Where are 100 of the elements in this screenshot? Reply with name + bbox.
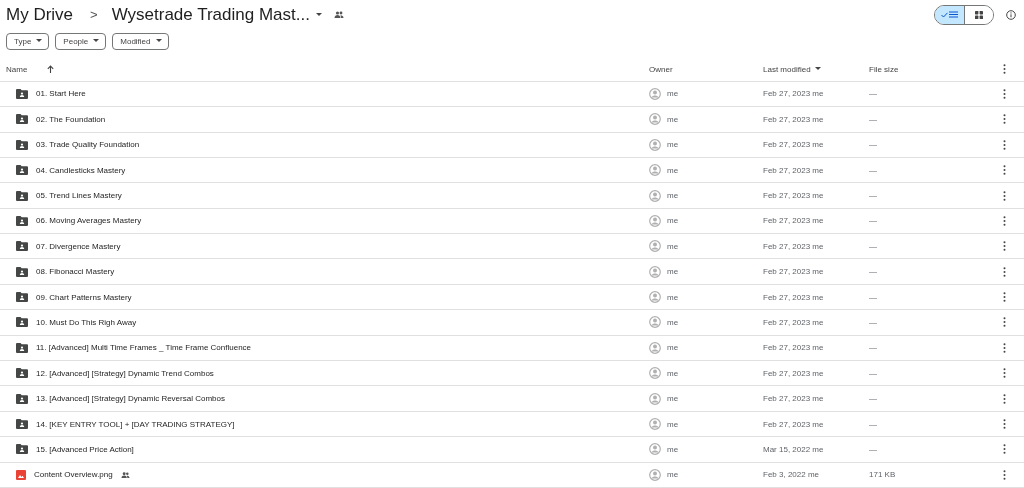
modified-date: Feb 27, 2023 me — [763, 317, 824, 327]
shared-folder-icon — [16, 342, 28, 353]
file-name: 06. Moving Averages Mastery — [36, 216, 142, 226]
filter-chip[interactable]: People — [55, 32, 107, 50]
filter-chip[interactable]: Type — [6, 32, 50, 50]
info-icon[interactable] — [1006, 9, 1016, 20]
modified-date: Feb 27, 2023 me — [763, 216, 824, 226]
more-icon — [1002, 266, 1006, 277]
modified-date: Feb 27, 2023 me — [763, 140, 824, 150]
column-header[interactable]: File size — [869, 64, 899, 74]
file-name: 02. The Foundation — [36, 114, 106, 124]
more-icon — [1002, 393, 1006, 404]
file-row[interactable]: 10. Must Do This Righ Away me Feb 27, 2023 me — — [0, 310, 1024, 336]
avatar-icon — [649, 265, 661, 278]
breadcrumb-separator: > — [90, 7, 98, 23]
view-button[interactable] — [964, 5, 993, 24]
file-row[interactable]: 09. Chart Patterns Mastery me Feb 27, 2023 me — — [0, 284, 1024, 311]
shared-folder-icon — [16, 317, 28, 328]
file-row[interactable]: 12. [Advanced] [Strategy] Dynamic Trend Combos me Feb 27, 2023 me — — [0, 361, 1024, 387]
avatar-icon — [649, 240, 661, 253]
view-button[interactable] — [935, 5, 964, 24]
file-row[interactable]: 01. Start Here me Feb 27, 2023 me — — [0, 81, 1024, 108]
file-size: — — [869, 191, 877, 200]
avatar-icon — [649, 443, 661, 456]
file-row[interactable]: 05. Trend Lines Mastery me Feb 27, 2023 me — — [0, 183, 1024, 209]
list-view-icon — [949, 11, 958, 19]
more-icon — [1002, 419, 1006, 429]
avatar-icon — [649, 316, 661, 329]
file-row[interactable]: 15. [Advanced Price Action] me Mar 15, 2022 me — — [0, 437, 1024, 463]
file-size: — — [869, 89, 877, 99]
owner-name: me — [667, 343, 679, 353]
folder-title-button[interactable]: Wysetrade Trading Mast... — [111, 4, 322, 25]
owner-name: me — [667, 191, 679, 200]
file-size: — — [869, 140, 877, 150]
file-row[interactable]: 04. Candlesticks Mastery me Feb 27, 2023 me — — [0, 157, 1024, 184]
column-header[interactable]: Last modified — [763, 64, 811, 74]
owner-name: me — [667, 368, 679, 378]
more-icon — [1002, 114, 1006, 125]
file-size: 171 KB — [869, 470, 896, 480]
owner-name: me — [667, 165, 679, 175]
file-row[interactable]: 08. Fibonacci Mastery me Feb 27, 2023 me — — [0, 259, 1024, 285]
more-icon — [1002, 139, 1006, 150]
shared-folder-icon — [16, 444, 28, 455]
owner-name: me — [667, 216, 679, 226]
file-name: 07. Divergence Mastery — [36, 241, 121, 251]
modified-date: Feb 27, 2023 me — [763, 394, 824, 404]
more-icon — [1002, 444, 1006, 455]
avatar-icon — [649, 87, 661, 100]
avatar-icon — [649, 418, 661, 430]
more-icon — [1002, 317, 1006, 328]
file-size: — — [869, 216, 877, 226]
modified-date: Feb 3, 2022 me — [763, 470, 820, 480]
avatar-icon — [649, 468, 661, 481]
owner-name: me — [667, 444, 679, 454]
more-icon — [1002, 88, 1006, 99]
sort-up-arrow-icon[interactable] — [47, 65, 55, 74]
shared-folder-icon — [16, 88, 28, 99]
more-icon — [1002, 469, 1006, 480]
avatar-icon — [649, 214, 661, 227]
shared-folder-icon — [16, 419, 28, 429]
image-file-icon — [16, 469, 26, 480]
avatar-icon — [649, 189, 661, 202]
file-row[interactable]: 07. Divergence Mastery me Feb 27, 2023 me — — [0, 234, 1024, 260]
modified-date: Feb 27, 2023 me — [763, 165, 824, 175]
modified-date: Feb 27, 2023 me — [763, 292, 824, 302]
file-row[interactable]: 03. Trade Quality Foundation me Feb 27, 2023 me — — [0, 132, 1024, 158]
owner-name: me — [667, 241, 679, 251]
caret-icon — [155, 39, 162, 44]
modified-date: Feb 27, 2023 me — [763, 419, 824, 429]
owner-name: me — [667, 470, 679, 480]
caret-icon — [36, 39, 43, 44]
file-name: 04. Candlesticks Mastery — [36, 165, 126, 175]
filter-chip[interactable]: Modified — [112, 32, 169, 50]
shared-folder-icon — [16, 368, 28, 379]
owner-name: me — [667, 394, 679, 404]
shared-folder-icon — [16, 241, 28, 252]
shared-folder-icon — [16, 393, 28, 404]
owner-name: me — [667, 419, 679, 429]
caret-icon — [93, 39, 100, 44]
column-header[interactable]: Name — [6, 64, 28, 74]
avatar-icon — [649, 291, 661, 304]
file-size: — — [869, 394, 877, 404]
column-header[interactable]: Owner — [649, 64, 673, 74]
file-name: 08. Fibonacci Mastery — [36, 267, 115, 277]
file-row[interactable]: 14. [KEY ENTRY TOOL] + [DAY TRADING STRATEGY] me Feb 27, 2023 me — — [0, 411, 1024, 438]
file-row[interactable]: 11. [Advanced] Multi Time Frames _ Time Frame Confluence me Feb 27, 2023 me — — [0, 335, 1024, 362]
file-size: — — [869, 292, 877, 302]
file-row[interactable]: 02. The Foundation me Feb 27, 2023 me — — [0, 107, 1024, 133]
shared-folder-icon — [16, 114, 28, 125]
file-row[interactable]: Content Overview.png me Feb 3, 2022 me 171 KB — [0, 462, 1024, 488]
owner-name: me — [667, 292, 679, 302]
owner-name: me — [667, 140, 679, 150]
owner-name: me — [667, 317, 679, 327]
modified-date: Feb 27, 2023 me — [763, 241, 824, 251]
avatar-icon — [649, 392, 661, 405]
file-size: — — [869, 444, 877, 454]
breadcrumb-link[interactable]: My Drive — [6, 4, 74, 25]
file-name: 13. [Advanced] [Strategy] Dynamic Reversal Combos — [36, 394, 225, 404]
file-row[interactable]: 13. [Advanced] [Strategy] Dynamic Reversal Combos me Feb 27, 2023 me — — [0, 386, 1024, 412]
file-row[interactable]: 06. Moving Averages Mastery me Feb 27, 2023 me — — [0, 208, 1024, 235]
